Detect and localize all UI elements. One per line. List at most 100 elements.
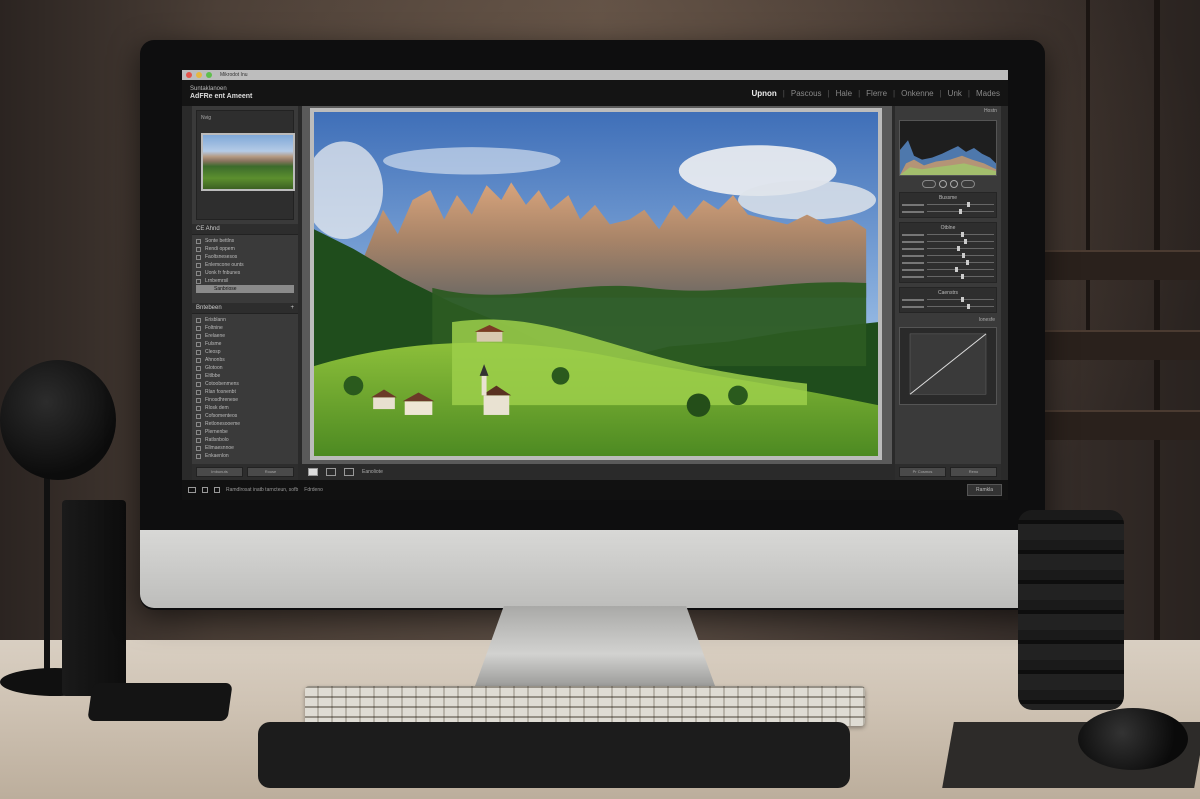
list-item[interactable]: Cleosp: [196, 348, 294, 356]
maximize-icon[interactable]: [206, 72, 212, 78]
list-item[interactable]: Eltlbbe: [196, 372, 294, 380]
list-item[interactable]: Ellmaesnnoe: [196, 444, 294, 452]
stair-step: [1040, 330, 1200, 360]
list-item[interactable]: Erisblann: [196, 316, 294, 324]
brand-line2: AdFRe ent Ameent: [190, 92, 253, 100]
list-item[interactable]: Ahnonbs: [196, 356, 294, 364]
module-onkenne[interactable]: Onkenne: [901, 89, 933, 98]
reset-button[interactable]: Reno: [950, 467, 997, 477]
list-item[interactable]: Sonte bettlns: [196, 237, 294, 245]
camera-lens: [1018, 510, 1124, 710]
redeye-icon[interactable]: [949, 180, 958, 188]
slider-knob[interactable]: [960, 232, 964, 237]
grid-icon[interactable]: [188, 487, 196, 493]
import-button[interactable]: Imbunuts: [196, 467, 243, 477]
collections-header[interactable]: CE Ahnd: [192, 224, 298, 235]
folders-header[interactable]: Bntebeen +: [192, 303, 298, 314]
slider-knob[interactable]: [961, 253, 965, 258]
module-picker: Upnon | Pascous | Hale | Flerre | Onkenn…: [751, 89, 1000, 98]
minimize-icon[interactable]: [196, 72, 202, 78]
slider-knob[interactable]: [955, 267, 959, 272]
list-item[interactable]: Enkaenlon: [196, 452, 294, 460]
slider-knob[interactable]: [957, 246, 961, 251]
forward-icon[interactable]: [214, 487, 220, 493]
list-item[interactable]: Retlonesooeme: [196, 420, 294, 428]
compare-view-icon[interactable]: [344, 468, 354, 476]
slider-row[interactable]: [902, 296, 994, 303]
list-item[interactable]: Lrnbemrsil: [196, 277, 294, 285]
module-separator: |: [967, 88, 970, 98]
slider-row[interactable]: [902, 201, 994, 208]
list-item[interactable]: Cotoobenmens: [196, 380, 294, 388]
slider-knob[interactable]: [965, 260, 969, 265]
mask-icon[interactable]: [960, 180, 975, 188]
list-item[interactable]: Finosdhrenese: [196, 396, 294, 404]
folder-icon: [196, 333, 201, 339]
left-bottom-buttons: Imbunuts Rouse: [192, 464, 298, 480]
export-button[interactable]: Rouse: [247, 467, 294, 477]
module-separator: |: [939, 88, 942, 98]
list-item[interactable]: Cofsomenteos: [196, 412, 294, 420]
folders-title: Bntebeen: [196, 305, 222, 311]
back-icon[interactable]: [202, 487, 208, 493]
folder-icon: [196, 341, 201, 347]
status-extra: Fdrdeno: [304, 487, 323, 493]
list-item[interactable]: Ratlsnbolo: [196, 436, 294, 444]
histogram-graph: [900, 140, 996, 175]
main-photo[interactable]: [310, 108, 882, 460]
module-separator: |: [858, 88, 861, 98]
module-pascous[interactable]: Pascous: [791, 89, 822, 98]
slider-knob[interactable]: [967, 202, 971, 207]
crop-icon[interactable]: [921, 180, 936, 188]
slider-row[interactable]: [902, 208, 994, 215]
close-icon[interactable]: [186, 72, 192, 78]
module-mades[interactable]: Mades: [976, 89, 1000, 98]
slider-row[interactable]: [902, 259, 994, 266]
slider-row[interactable]: [902, 266, 994, 273]
list-item[interactable]: Rlan fosnenbt: [196, 388, 294, 396]
slider-knob[interactable]: [960, 274, 964, 279]
slider-row[interactable]: [902, 231, 994, 238]
list-item[interactable]: Rlosk dem: [196, 404, 294, 412]
folder-icon: [196, 389, 201, 395]
slider-row[interactable]: [902, 238, 994, 245]
person-icon[interactable]: [308, 468, 318, 476]
module-hale[interactable]: Hale: [836, 89, 852, 98]
keyboard: [305, 686, 865, 726]
list-item[interactable]: Rendi oppem: [196, 245, 294, 253]
previous-button[interactable]: Pr Cosmos: [899, 467, 946, 477]
landscape-photo: [314, 112, 878, 456]
list-item[interactable]: Fulsme: [196, 340, 294, 348]
list-item-selected[interactable]: Sanbriose: [196, 285, 294, 293]
add-icon[interactable]: +: [290, 305, 294, 311]
list-item[interactable]: Foltnine: [196, 324, 294, 332]
tone-curve[interactable]: [899, 327, 997, 405]
list-item[interactable]: Enlemcone ounts: [196, 261, 294, 269]
list-item[interactable]: Erelaene: [196, 332, 294, 340]
slider-row[interactable]: [902, 245, 994, 252]
slider-knob[interactable]: [967, 304, 971, 309]
filter-button[interactable]: Ramkla: [967, 484, 1002, 496]
navigator-thumbnail[interactable]: [201, 133, 295, 191]
slider-knob[interactable]: [959, 209, 963, 214]
module-upnon[interactable]: Upnon: [751, 89, 776, 98]
grid-view-icon[interactable]: [326, 468, 336, 476]
slider-row[interactable]: [902, 252, 994, 259]
module-separator: |: [893, 88, 896, 98]
spot-icon[interactable]: [938, 180, 947, 188]
list-item[interactable]: Glotoon: [196, 364, 294, 372]
list-item[interactable]: Uonk fr fnbunes: [196, 269, 294, 277]
desk-pad: [258, 722, 850, 788]
list-item[interactable]: Plernenbe: [196, 428, 294, 436]
module-flerre[interactable]: Flerre: [866, 89, 887, 98]
module-unk[interactable]: Unk: [948, 89, 962, 98]
list-item[interactable]: Faoltsnesesos: [196, 253, 294, 261]
stair-step: [1040, 410, 1200, 440]
stair-step: [1040, 250, 1200, 280]
folder-icon: [196, 349, 201, 355]
slider-row[interactable]: [902, 303, 994, 310]
slider-knob[interactable]: [963, 239, 967, 244]
folder-icon: [196, 453, 201, 459]
slider-row[interactable]: [902, 273, 994, 280]
slider-knob[interactable]: [960, 297, 964, 302]
